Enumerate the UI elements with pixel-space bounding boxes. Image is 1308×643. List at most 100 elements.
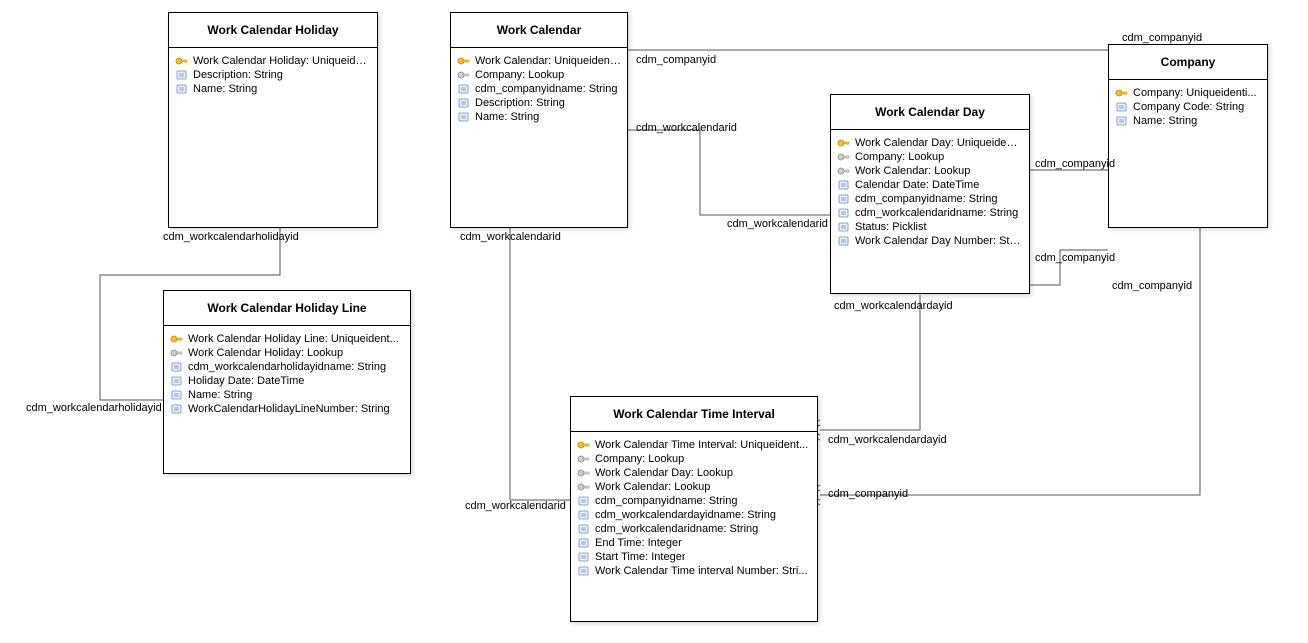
field-icon [577, 495, 591, 507]
rel-label: cdm_companyid [1122, 32, 1202, 44]
attribute-label: cdm_companyidname: String [475, 83, 617, 95]
field-icon [170, 361, 184, 373]
attribute-row: Work Calendar Day: Lookup [577, 466, 811, 480]
rel-label: cdm_workcalendarid [465, 500, 566, 512]
attribute-row: Start Time: Integer [577, 550, 811, 564]
attribute-row: Name: String [175, 82, 371, 96]
entity-body: Work Calendar Time Interval: Uniqueident… [571, 432, 817, 584]
attribute-label: Work Calendar Holiday: Uniqueident... [193, 55, 371, 67]
attribute-row: Work Calendar: Lookup [837, 164, 1023, 178]
entity-body: Work Calendar: Uniqueident...Company: Lo… [451, 48, 627, 130]
attribute-label: cdm_workcalendarholidayidname: String [188, 361, 386, 373]
field-icon [175, 69, 189, 81]
field-icon [577, 565, 591, 577]
entity-body: Work Calendar Holiday Line: Uniqueident.… [164, 326, 410, 422]
attribute-label: Description: String [193, 69, 283, 81]
foreign-key-icon [577, 467, 591, 479]
primary-key-icon [175, 55, 189, 67]
entity-work-calendar-holiday-line: Work Calendar Holiday Line Work Calendar… [163, 290, 411, 474]
field-icon [577, 551, 591, 563]
attribute-row: WorkCalendarHolidayLineNumber: String [170, 402, 404, 416]
attribute-row: Work Calendar Day Number: Stri... [837, 234, 1023, 248]
field-icon [577, 523, 591, 535]
attribute-label: Company: Uniqueidenti... [1133, 87, 1257, 99]
rel-label: cdm_companyid [828, 488, 908, 500]
attribute-row: Status: Picklist [837, 220, 1023, 234]
attribute-row: Description: String [175, 68, 371, 82]
attribute-row: Company: Lookup [837, 150, 1023, 164]
entity-body: Company: Uniqueidenti... Company Code: St… [1109, 80, 1267, 134]
field-icon [1115, 115, 1129, 127]
attribute-label: Company Code: String [1133, 101, 1244, 113]
attribute-label: Calendar Date: DateTime [855, 179, 979, 191]
foreign-key-icon [837, 165, 851, 177]
attribute-label: cdm_companyidname: String [855, 193, 997, 205]
rel-label: cdm_workcalendardayid [828, 434, 947, 446]
attribute-label: Work Calendar Time Interval: Uniqueident… [595, 439, 808, 451]
rel-label: cdm_workcalendardayid [834, 300, 953, 312]
entity-body: Work Calendar Day: Uniqueident... Company… [831, 130, 1029, 254]
foreign-key-icon [837, 151, 851, 163]
rel-label: cdm_companyid [636, 54, 716, 66]
entity-title: Work Calendar Holiday [169, 13, 377, 48]
attribute-row: Work Calendar Time Interval: Uniqueident… [577, 438, 811, 452]
attribute-label: Name: String [193, 83, 257, 95]
rel-label: cdm_workcalendarid [727, 218, 828, 230]
rel-label: cdm_workcalendarholidayid [163, 231, 299, 243]
primary-key-icon [457, 55, 471, 67]
field-icon [170, 389, 184, 401]
attribute-row: Name: String [170, 388, 404, 402]
field-icon [170, 403, 184, 415]
attribute-row: Work Calendar Holiday Line: Uniqueident.… [170, 332, 404, 346]
entity-title: Work Calendar [451, 13, 627, 48]
attribute-label: Work Calendar Day: Uniqueident... [855, 137, 1023, 149]
attribute-label: Start Time: Integer [595, 551, 685, 563]
rel-label: cdm_companyid [1112, 280, 1192, 292]
field-icon [837, 179, 851, 191]
attribute-label: Work Calendar Holiday: Lookup [188, 347, 343, 359]
rel-label: cdm_companyid [1035, 252, 1115, 264]
entity-title: Work Calendar Day [831, 95, 1029, 130]
primary-key-icon [170, 333, 184, 345]
entity-work-calendar-time-interval: Work Calendar Time Interval Work Calenda… [570, 396, 818, 622]
field-icon [577, 509, 591, 521]
entity-title: Work Calendar Time Interval [571, 397, 817, 432]
entity-company: Company Company: Uniqueidenti... Company … [1108, 44, 1268, 228]
attribute-row: cdm_workcalendardayidname: String [577, 508, 811, 522]
rel-label: cdm_companyid [1035, 158, 1115, 170]
attribute-label: Work Calendar Time interval Number: Stri… [595, 565, 808, 577]
attribute-row: Work Calendar Day: Uniqueident... [837, 136, 1023, 150]
attribute-row: Company: Lookup [457, 68, 621, 82]
attribute-label: Holiday Date: DateTime [188, 375, 304, 387]
attribute-row: cdm_workcalendarholidayidname: String [170, 360, 404, 374]
attribute-row: Company Code: String [1115, 100, 1261, 114]
attribute-label: cdm_workcalendaridname: String [595, 523, 758, 535]
attribute-label: Work Calendar: Lookup [595, 481, 710, 493]
rel-label: cdm_workcalendarid [636, 122, 737, 134]
attribute-row: cdm_companyidname: String [837, 192, 1023, 206]
attribute-label: WorkCalendarHolidayLineNumber: String [188, 403, 390, 415]
attribute-label: Company: Lookup [855, 151, 944, 163]
field-icon [837, 193, 851, 205]
attribute-label: Company: Lookup [595, 453, 684, 465]
primary-key-icon [1115, 87, 1129, 99]
attribute-label: Work Calendar Holiday Line: Uniqueident.… [188, 333, 399, 345]
attribute-row: Name: String [457, 110, 621, 124]
attribute-row: Work Calendar Holiday: Lookup [170, 346, 404, 360]
entity-title: Company [1109, 45, 1267, 80]
rel-label: cdm_workcalendarholidayid [26, 402, 162, 414]
attribute-row: Work Calendar Holiday: Uniqueident... [175, 54, 371, 68]
attribute-row: cdm_workcalendaridname: String [837, 206, 1023, 220]
rel-label: cdm_workcalendarid [460, 231, 561, 243]
attribute-row: Name: String [1115, 114, 1261, 128]
attribute-label: Name: String [188, 389, 252, 401]
attribute-row: Description: String [457, 96, 621, 110]
foreign-key-icon [577, 453, 591, 465]
entity-title: Work Calendar Holiday Line [164, 291, 410, 326]
field-icon [175, 83, 189, 95]
attribute-row: Calendar Date: DateTime [837, 178, 1023, 192]
field-icon [170, 375, 184, 387]
attribute-row: End Time: Integer [577, 536, 811, 550]
attribute-label: Name: String [475, 111, 539, 123]
field-icon [577, 537, 591, 549]
